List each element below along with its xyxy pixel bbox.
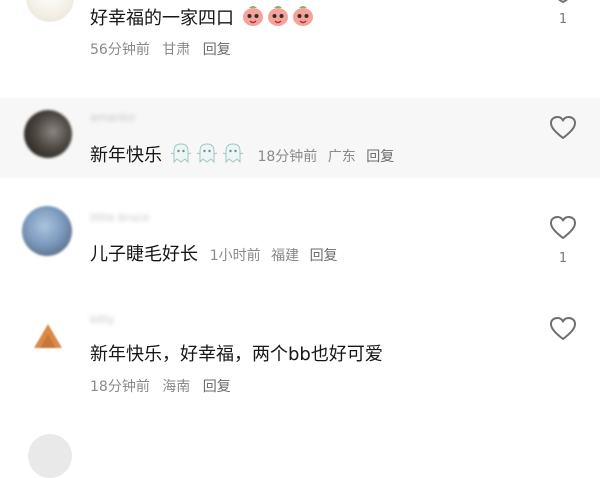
avatar[interactable]	[24, 110, 72, 158]
ghost-emoji-icon	[170, 142, 246, 171]
comment-item: 好幸福的一家四口 56分钟前 甘肃 回复 1	[0, 0, 600, 88]
username[interactable]: little bruce	[90, 211, 149, 224]
comment-time: 56分钟前	[90, 42, 150, 58]
comment-location: 福建	[271, 248, 300, 264]
comment-item: little bruce 儿子睫毛好长 1小时前 福建 回复 1	[0, 196, 600, 286]
reply-button[interactable]: 回复	[310, 248, 338, 264]
comment-text[interactable]: 新年快乐，好幸福，两个bb也好可爱	[90, 343, 383, 367]
username[interactable]: amanbo	[90, 111, 135, 124]
comment-meta: 18分钟前 海南 回复	[90, 378, 239, 396]
avatar[interactable]	[24, 308, 72, 356]
username[interactable]: kitty	[90, 313, 115, 326]
reply-button[interactable]: 回复	[203, 379, 231, 395]
comment-text-row[interactable]: 儿子睫毛好长 1小时前 福建 回复	[90, 243, 344, 268]
heart-icon	[550, 216, 576, 239]
comment-time: 18分钟前	[90, 379, 150, 395]
like-button[interactable]	[549, 215, 577, 241]
comment-location: 广东	[327, 149, 356, 165]
comment-item: kitty 新年快乐，好幸福，两个bb也好可爱 18分钟前 海南 回复	[0, 296, 600, 416]
peach-face-emoji-icon	[242, 5, 316, 34]
comment-location: 海南	[162, 379, 191, 395]
like-count: 1	[558, 12, 568, 27]
like-button[interactable]	[549, 115, 577, 141]
comment-text: 新年快乐	[90, 145, 162, 166]
like-button[interactable]	[549, 316, 577, 342]
comment-meta: 18分钟前 广东 回复	[257, 149, 400, 165]
avatar[interactable]	[26, 0, 74, 22]
like-button[interactable]	[549, 0, 577, 6]
comment-item: amanbo 新年快乐 18分钟前 广东 回复	[0, 98, 600, 178]
reply-button[interactable]: 回复	[203, 42, 231, 58]
avatar-image	[34, 324, 62, 348]
comment-meta: 56分钟前 甘肃 回复	[90, 41, 239, 59]
avatar[interactable]	[22, 206, 72, 256]
comment-text: 好幸福的一家四口	[90, 8, 234, 29]
comment-text-row[interactable]: 新年快乐 18分钟前 广东 回复	[90, 142, 400, 171]
heart-icon	[550, 116, 576, 139]
comment-text-row[interactable]: 好幸福的一家四口	[90, 5, 316, 34]
heart-icon	[550, 317, 576, 340]
like-count: 1	[558, 251, 568, 266]
comment-location: 甘肃	[162, 42, 191, 58]
comment-time: 18分钟前	[257, 149, 318, 165]
comment-time: 1小时前	[209, 248, 261, 264]
heart-icon	[558, 0, 568, 4]
comment-meta: 1小时前 福建 回复	[210, 248, 344, 264]
reply-button[interactable]: 回复	[366, 149, 394, 165]
comment-text: 儿子睫毛好长	[90, 244, 198, 265]
